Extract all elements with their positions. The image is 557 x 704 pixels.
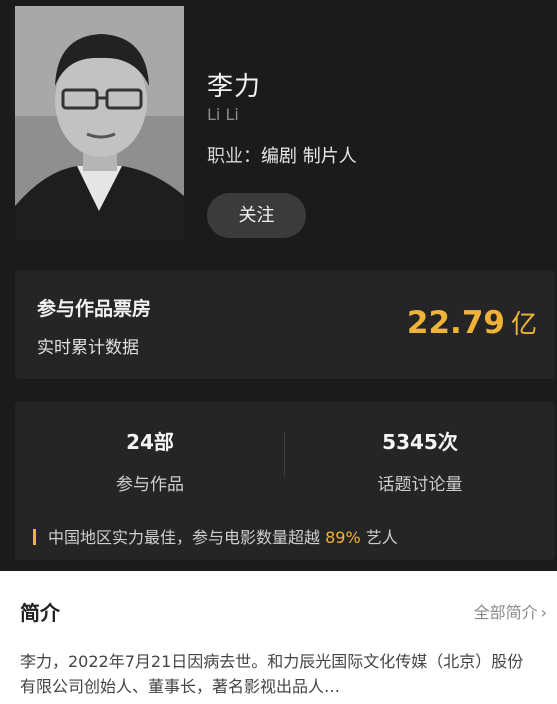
works-count: 24部 — [126, 430, 174, 454]
box-office-title: 参与作品票房 — [37, 298, 152, 320]
works-label: 参与作品 — [116, 475, 184, 495]
intro-section: 简介 全部简介 › 李力，2022年7月21日因病去世。和力辰光国际文化传媒（北京… — [0, 571, 557, 704]
person-occupation: 职业：编剧 制片人 — [207, 142, 357, 168]
tip-accent-bar — [33, 529, 36, 545]
follow-button[interactable]: 关注 — [207, 193, 306, 238]
full-intro-label: 全部简介 — [473, 603, 538, 622]
box-office-unit: 亿 — [510, 310, 537, 340]
tip-text-suffix: 艺人 — [365, 528, 398, 547]
person-pinyin: Li Li — [207, 105, 239, 124]
tip-text-prefix: 中国地区实力最佳，参与电影数量超越 — [48, 528, 321, 547]
box-office-subtitle: 实时累计数据 — [37, 338, 139, 358]
occupation-label: 职业： — [207, 146, 261, 167]
stats-card: 24部 参与作品 5345次 话题讨论量 中国地区实力最佳，参与电影数量超越 8… — [15, 402, 555, 560]
box-office-number: 22.79 — [406, 305, 505, 341]
topics-count: 5345次 — [382, 430, 458, 454]
topics-label: 话题讨论量 — [377, 475, 463, 495]
occupation-value: 编剧 制片人 — [261, 146, 357, 167]
person-name: 李力 — [207, 72, 262, 102]
chevron-right-icon: › — [540, 603, 547, 622]
topics-stat[interactable]: 5345次 话题讨论量 — [285, 426, 555, 495]
box-office-value: 22.79 亿 — [407, 304, 537, 341]
intro-text: 李力，2022年7月21日因病去世。和力辰光国际文化传媒（北京）股份有限公司创始… — [20, 652, 524, 696]
tip-percent: 89% — [325, 528, 361, 547]
works-stat[interactable]: 24部 参与作品 — [15, 426, 285, 495]
full-intro-link[interactable]: 全部简介 › — [474, 599, 547, 623]
box-office-card[interactable]: 参与作品票房 实时累计数据 22.79 亿 — [15, 270, 555, 379]
profile-photo — [15, 6, 184, 239]
ranking-tip: 中国地区实力最佳，参与电影数量超越 89% 艺人 — [33, 524, 398, 548]
intro-title: 简介 — [20, 601, 60, 625]
